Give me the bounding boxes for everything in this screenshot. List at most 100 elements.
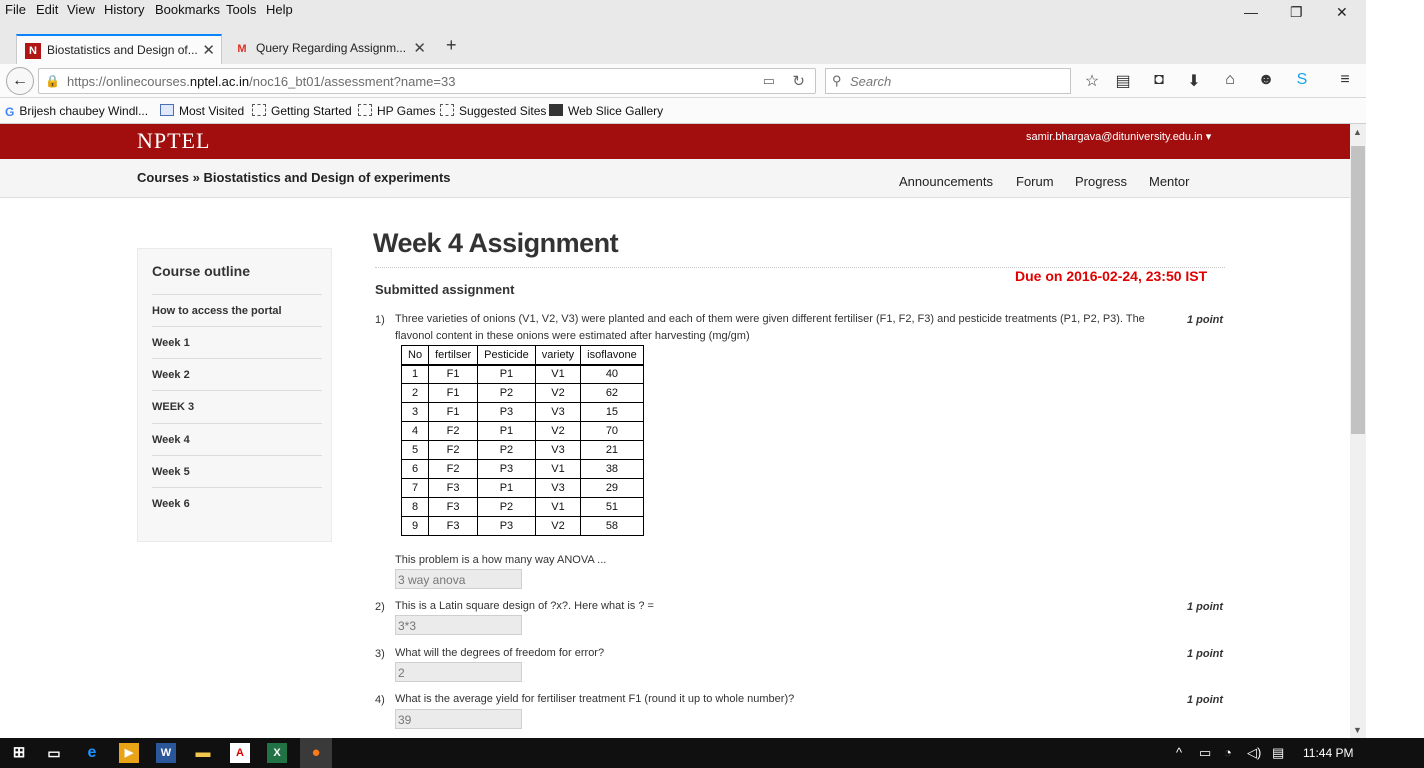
- tray-chevron-icon[interactable]: ^: [1176, 745, 1182, 760]
- bookmarks-bar: G Brijesh chaubey Windl... Most Visited G…: [0, 98, 1366, 124]
- question-text: This is a Latin square design of ?x?. He…: [395, 600, 654, 612]
- file-explorer-icon[interactable]: ▬: [193, 743, 213, 763]
- table-cell: F2: [428, 421, 479, 441]
- search-placeholder: Search: [850, 74, 892, 89]
- table-cell: P2: [477, 383, 536, 403]
- page-icon: [440, 104, 454, 116]
- table-cell: P1: [477, 421, 536, 441]
- media-player-icon[interactable]: ▶: [119, 743, 139, 763]
- hello-chat-icon[interactable]: ☻: [1255, 71, 1277, 89]
- nav-mentor[interactable]: Mentor: [1149, 174, 1189, 189]
- close-tab-icon[interactable]: ✕: [202, 41, 215, 59]
- course-outline-title: Course outline: [152, 263, 251, 279]
- sidebar-item-week3[interactable]: WEEK 3: [152, 390, 322, 422]
- answer-field[interactable]: 3*3: [395, 615, 522, 635]
- menu-bookmarks[interactable]: Bookmarks: [155, 2, 220, 17]
- menu-history[interactable]: History: [104, 2, 144, 17]
- windows-start-icon[interactable]: ⊞: [9, 743, 29, 763]
- arrow-left-icon: ←: [12, 72, 28, 89]
- breadcrumb[interactable]: Courses » Biostatistics and Design of ex…: [137, 170, 451, 185]
- table-cell: V3: [534, 402, 582, 422]
- table-cell: P1: [477, 364, 536, 384]
- table-row: 5 F2 P2 V3 21: [400, 440, 644, 460]
- search-icon: ⚲: [832, 73, 842, 88]
- sidebar-item-portal[interactable]: How to access the portal: [152, 294, 322, 326]
- firefox-icon[interactable]: ●: [300, 738, 332, 768]
- answer-field[interactable]: 2: [395, 662, 522, 682]
- sidebar-item-week4[interactable]: Week 4: [152, 423, 322, 455]
- table-cell: P2: [477, 497, 536, 517]
- nav-announcements[interactable]: Announcements: [899, 174, 993, 189]
- wifi-icon[interactable]: ◔: [1224, 745, 1232, 760]
- tab-query-regarding[interactable]: M Query Regarding Assignm... ✕: [226, 34, 432, 64]
- notifications-icon[interactable]: ▤: [1272, 745, 1284, 761]
- task-view-icon[interactable]: ▭: [44, 743, 64, 763]
- table-cell: 40: [580, 364, 644, 384]
- home-icon[interactable]: ⌂: [1219, 71, 1241, 89]
- menu-view[interactable]: View: [67, 2, 95, 17]
- bookmark-item[interactable]: Web Slice Gallery: [549, 104, 663, 118]
- bookmark-item[interactable]: Getting Started: [252, 104, 352, 118]
- skype-icon[interactable]: S: [1291, 71, 1313, 89]
- scroll-down-icon[interactable]: ▼: [1353, 725, 1362, 735]
- user-menu[interactable]: samir.bhargava@dituniversity.edu.in ▾: [1026, 130, 1211, 143]
- volume-icon[interactable]: ◁): [1247, 745, 1261, 761]
- table-cell: V2: [534, 516, 582, 536]
- word-icon[interactable]: W: [156, 743, 176, 763]
- reading-list-icon[interactable]: ▤: [1112, 71, 1134, 91]
- navigation-bar: ← 🔒 https://onlinecourses.nptel.ac.in/no…: [0, 64, 1366, 98]
- bookmark-item[interactable]: Suggested Sites: [440, 104, 546, 118]
- menu-file[interactable]: File: [5, 2, 26, 17]
- back-button[interactable]: ←: [6, 67, 34, 95]
- nptel-logo[interactable]: NPTEL: [137, 128, 210, 154]
- sidebar-item-week1[interactable]: Week 1: [152, 326, 322, 358]
- table-cell: V1: [534, 497, 582, 517]
- table-cell: F1: [428, 402, 479, 422]
- bookmark-item[interactable]: HP Games: [358, 104, 435, 118]
- nav-forum[interactable]: Forum: [1016, 174, 1054, 189]
- table-header-row: No fertilser Pesticide variety isoflavon…: [400, 345, 644, 366]
- edge-icon[interactable]: e: [82, 743, 102, 763]
- scroll-up-icon[interactable]: ▲: [1353, 127, 1362, 137]
- close-tab-icon[interactable]: ✕: [413, 39, 426, 57]
- hamburger-menu-icon[interactable]: ≡: [1334, 71, 1356, 89]
- search-input[interactable]: ⚲ Search: [825, 68, 1071, 94]
- close-window-button[interactable]: ✕: [1336, 4, 1348, 21]
- table-cell: 2: [400, 383, 430, 403]
- question-points: 1 point: [1187, 694, 1224, 706]
- table-cell: P3: [477, 516, 536, 536]
- nav-progress[interactable]: Progress: [1075, 174, 1127, 189]
- reload-icon[interactable]: ↻: [792, 72, 805, 90]
- pocket-icon[interactable]: ◘: [1148, 71, 1170, 89]
- scrollbar-thumb[interactable]: [1351, 146, 1365, 434]
- answer-field[interactable]: 3 way anova: [395, 569, 522, 589]
- battery-icon[interactable]: ▭: [1199, 745, 1211, 761]
- menu-edit[interactable]: Edit: [36, 2, 58, 17]
- new-tab-button[interactable]: +: [446, 35, 457, 56]
- url-bar[interactable]: 🔒 https://onlinecourses.nptel.ac.in/noc1…: [38, 68, 816, 94]
- menu-tools[interactable]: Tools: [226, 2, 256, 17]
- reader-view-icon[interactable]: ▭: [763, 73, 775, 89]
- table-row: 2 F1 P2 V2 62: [400, 383, 644, 403]
- pdf-reader-icon[interactable]: A: [230, 743, 250, 763]
- download-icon[interactable]: ⬇: [1183, 71, 1205, 91]
- tab-biostatistics[interactable]: N Biostatistics and Design of... ✕: [16, 34, 222, 64]
- answer-field[interactable]: 39: [395, 709, 522, 729]
- sidebar-item-week6[interactable]: Week 6: [152, 487, 322, 519]
- page-icon: [252, 104, 266, 116]
- bookmark-star-icon[interactable]: ☆: [1081, 71, 1103, 91]
- table-row: 9 F3 P3 V2 58: [400, 516, 644, 536]
- bookmark-item[interactable]: G Brijesh chaubey Windl...: [5, 104, 148, 119]
- sidebar-item-week2[interactable]: Week 2: [152, 358, 322, 390]
- table-row: 3 F1 P3 V3 15: [400, 402, 644, 422]
- minimize-button[interactable]: —: [1244, 4, 1258, 20]
- lock-icon: 🔒: [45, 74, 60, 88]
- excel-icon[interactable]: X: [267, 743, 287, 763]
- table-header: Pesticide: [477, 345, 536, 366]
- table-cell: 62: [580, 383, 644, 403]
- menu-help[interactable]: Help: [266, 2, 293, 17]
- clock[interactable]: 11:44 PM: [1303, 746, 1353, 760]
- sidebar-item-week5[interactable]: Week 5: [152, 455, 322, 487]
- restore-button[interactable]: ❐: [1290, 4, 1303, 21]
- bookmark-item[interactable]: Most Visited: [160, 104, 244, 118]
